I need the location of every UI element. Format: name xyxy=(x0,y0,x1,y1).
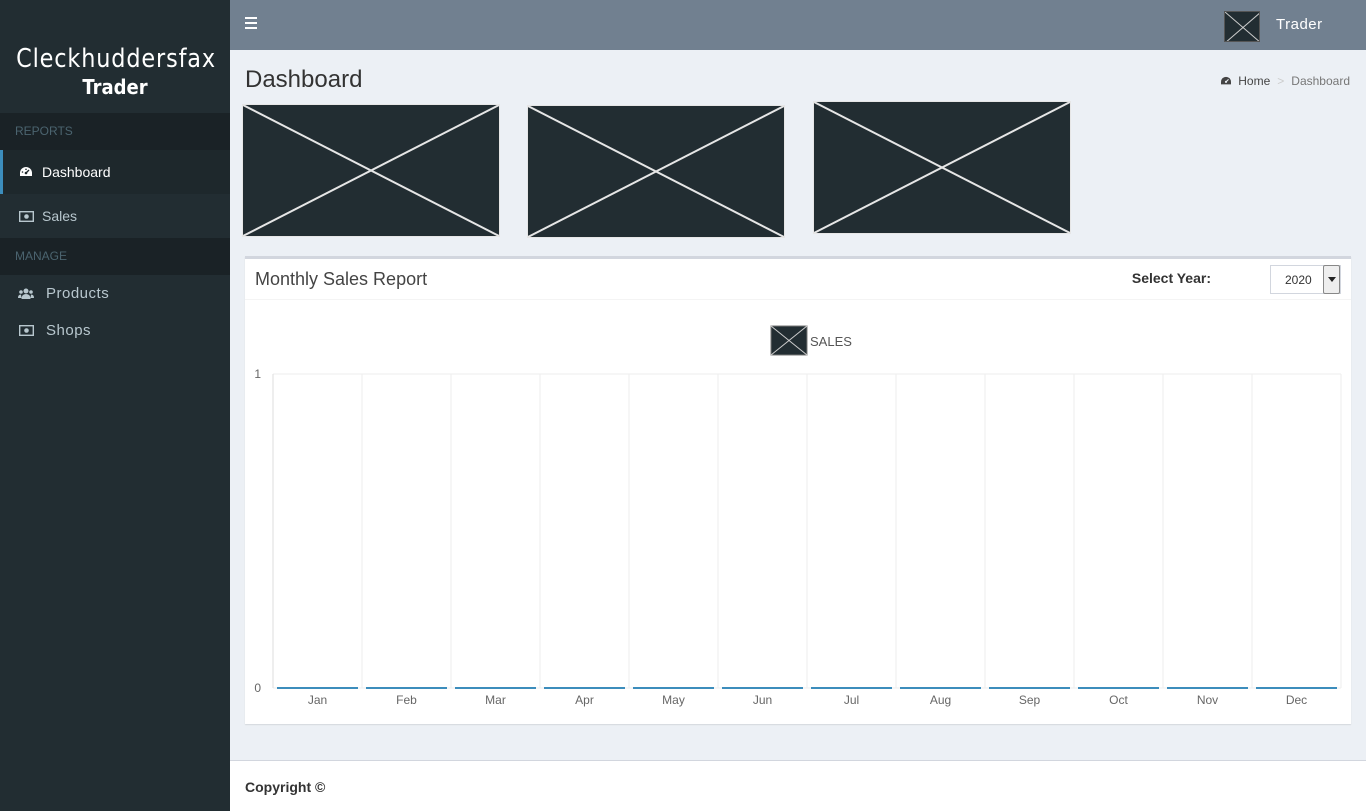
x-tick-label: Aug xyxy=(930,693,951,707)
chart-bar xyxy=(1078,687,1159,689)
user-name[interactable]: Trader xyxy=(1276,16,1323,33)
x-tick-label: May xyxy=(662,693,685,707)
user-avatar[interactable] xyxy=(1224,11,1260,42)
top-navbar: Trader xyxy=(230,0,1366,50)
dashboard-icon xyxy=(1220,76,1232,86)
legend-label: SALES xyxy=(810,334,852,349)
chart-bar xyxy=(1167,687,1248,689)
x-tick-label: Apr xyxy=(575,693,594,707)
copyright-text: Copyright © xyxy=(245,779,326,795)
x-tick-label: Feb xyxy=(396,693,417,707)
x-tick-label: Dec xyxy=(1286,693,1307,707)
y-tick-label: 1 xyxy=(254,367,261,381)
y-tick-label: 0 xyxy=(254,681,261,695)
chart-bar xyxy=(633,687,714,689)
users-icon xyxy=(18,287,34,301)
footer: Copyright © xyxy=(230,760,1366,811)
breadcrumb-separator: > xyxy=(1277,74,1285,88)
sidebar-item-shops[interactable]: Shops xyxy=(0,312,230,349)
sales-chart: 0 1 Jan Feb Mar Apr May Jun Jul Aug Sep Oct Nov Dec SA… xyxy=(245,300,1351,727)
year-select-label: Select Year: xyxy=(1131,270,1211,286)
box-title: Monthly Sales Report xyxy=(255,269,428,289)
sales-chart-svg: 0 1 Jan Feb Mar Apr May Jun Jul Aug Sep Oct Nov Dec SA… xyxy=(254,325,1342,707)
chart-bar xyxy=(455,687,536,689)
box-header: Monthly Sales Report Select Year: 2020 xyxy=(245,259,1351,300)
x-tick-label: Mar xyxy=(485,693,506,707)
x-tick-label: Jan xyxy=(308,693,327,707)
x-tick-label: Jul xyxy=(844,693,859,707)
chart-bar xyxy=(277,687,358,689)
x-tick-label: Jun xyxy=(753,693,772,707)
breadcrumb-current: Dashboard xyxy=(1291,74,1350,88)
image-placeholder xyxy=(242,104,500,237)
nav-header-reports: REPORTS xyxy=(0,113,230,150)
sidebar-item-products[interactable]: Products xyxy=(0,275,230,312)
year-select-value: 2020 xyxy=(1285,272,1312,287)
brand-name: Cleckhuddersfax xyxy=(16,44,216,74)
sidebar-item-label: Dashboard xyxy=(42,164,111,180)
x-tick-label: Sep xyxy=(1019,693,1041,707)
brand-logo[interactable]: Cleckhuddersfax Trader xyxy=(0,0,230,113)
sidebar-item-label: Sales xyxy=(42,208,78,224)
nav-header-manage: MANAGE xyxy=(0,238,230,275)
x-tick-label: Oct xyxy=(1109,693,1128,707)
dashboard-icon xyxy=(18,165,34,179)
sidebar-item-sales[interactable]: Sales xyxy=(0,194,230,238)
chart-bar xyxy=(989,687,1070,689)
breadcrumb-home-link[interactable]: Home xyxy=(1238,74,1270,88)
sidebar-item-label: Shops xyxy=(46,322,92,339)
sidebar-item-dashboard[interactable]: Dashboard xyxy=(0,150,230,194)
money-icon xyxy=(18,209,34,223)
chart-bar xyxy=(366,687,447,689)
brand-subtitle: Trader xyxy=(82,75,148,99)
year-select[interactable]: 2020 xyxy=(1270,265,1341,294)
money-icon xyxy=(18,324,34,338)
menu-toggle-icon[interactable] xyxy=(245,17,257,31)
chart-bar xyxy=(544,687,625,689)
chart-bar xyxy=(900,687,981,689)
chart-bar xyxy=(811,687,892,689)
sidebar: Cleckhuddersfax Trader REPORTS Dashboard… xyxy=(0,0,230,811)
chart-bar xyxy=(722,687,803,689)
page-title: Dashboard xyxy=(245,66,363,93)
chart-bar xyxy=(1256,687,1337,689)
image-placeholder xyxy=(813,101,1071,234)
sidebar-item-label: Products xyxy=(46,285,110,302)
x-tick-label: Nov xyxy=(1197,693,1218,707)
image-placeholder xyxy=(527,105,785,238)
monthly-sales-box: Monthly Sales Report Select Year: 2020 0… xyxy=(245,256,1351,724)
main-content: Dashboard Home > Dashboard Monthly Sales… xyxy=(230,50,1366,760)
breadcrumb: Home > Dashboard xyxy=(1220,74,1350,88)
chevron-down-icon[interactable] xyxy=(1323,265,1340,294)
